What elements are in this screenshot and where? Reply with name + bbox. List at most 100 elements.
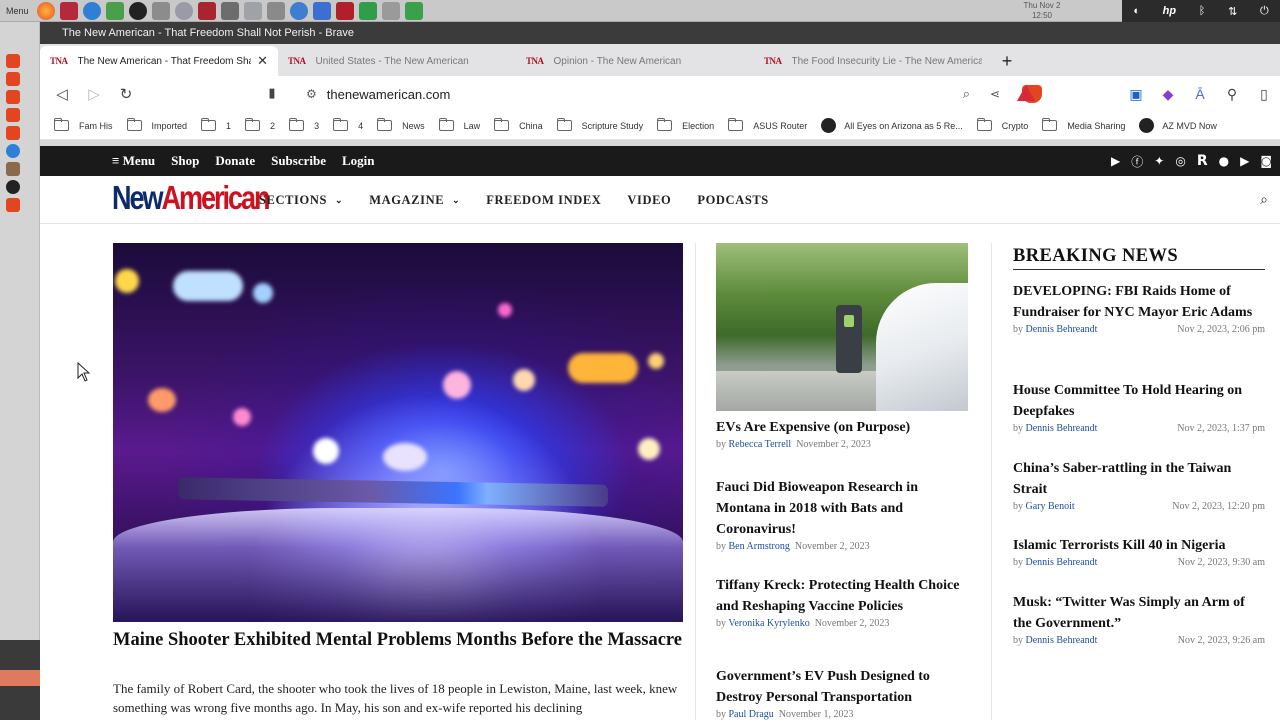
breaking-title[interactable]: Musk: “Twitter Was Simply an Arm of the … [1013,592,1265,634]
breaking-title[interactable]: House Committee To Hold Hearing on Deepf… [1013,380,1265,422]
bookmark-item[interactable]: ASUS Router [728,118,807,131]
tab-food-insecurity[interactable]: TNA The Food Insecurity Lie - The New Am… [754,46,992,76]
nav-sections[interactable]: SECTIONS ⌄ [259,193,343,208]
zoom-icon[interactable]: ⌕ [963,86,970,102]
bookmark-item[interactable]: 1 [201,118,231,131]
instagram-icon[interactable]: ◎ [1175,154,1185,168]
reload-button[interactable]: ↻ [110,85,142,103]
app-image-dock-icon[interactable] [6,162,20,176]
app-dark-icon[interactable] [128,1,147,20]
breaking-title[interactable]: DEVELOPING: FBI Raids Home of Fundraiser… [1013,281,1265,323]
calc-icon[interactable] [404,1,423,20]
forward-button[interactable]: ▷ [78,85,110,103]
author-link[interactable]: Ben Armstrong [729,541,790,552]
rss-icon[interactable]: ◙ [1260,154,1272,168]
bookmark-item[interactable]: 2 [245,118,275,131]
url-text[interactable]: thenewamerican.com [327,87,451,102]
donate-link[interactable]: Donate [215,153,255,169]
spreadsheet-icon[interactable] [358,1,377,20]
brave-dock-icon[interactable] [6,72,20,86]
r-icon[interactable]: R [1197,153,1208,169]
editor-icon[interactable] [220,1,239,20]
article-title[interactable]: Tiffany Kreck: Protecting Health Choice … [716,575,968,617]
sidebar-toggle-icon[interactable]: ▯ [1248,86,1280,103]
new-tab-button[interactable]: + [992,46,1022,76]
twitter-icon[interactable]: ✦ [1154,154,1164,168]
network-icon[interactable]: ⇅ [1228,5,1237,18]
bookmark-item[interactable]: Crypto [976,118,1028,131]
bookmark-item[interactable]: Law [438,118,480,131]
power-icon[interactable]: ⏻ [1260,5,1269,18]
author-link[interactable]: Paul Dragu [729,709,774,720]
author-link[interactable]: Gary Benoit [1026,501,1075,512]
tab-opinion[interactable]: TNA Opinion - The New American [516,46,754,76]
app-red-icon[interactable] [59,1,78,20]
extension-purple-icon[interactable]: ◆ [1152,86,1184,103]
subscribe-link[interactable]: Subscribe [271,153,326,169]
firefox-icon[interactable] [36,1,55,20]
facebook-icon[interactable]: ⓕ [1131,153,1143,170]
close-tab-icon[interactable]: ✕ [257,53,268,69]
tray-app-icon[interactable]: ◐ [1133,5,1140,17]
ev-article-image[interactable] [716,243,968,411]
bookmark-item[interactable]: All Eyes on Arizona as 5 Re... [821,118,963,133]
bookmark-item[interactable]: AZ MVD Now [1139,118,1217,133]
nav-magazine[interactable]: MAGAZINE ⌄ [369,193,460,208]
bookmark-item[interactable]: Fam His [54,118,113,131]
app-light-icon[interactable] [243,1,262,20]
settings-icon[interactable] [266,1,285,20]
os-menu-label[interactable]: Menu [6,6,29,16]
app-red3-icon[interactable] [335,1,354,20]
app-blue-icon[interactable] [82,1,101,20]
brave-dock-icon[interactable] [6,54,20,68]
brave-dock-icon[interactable] [6,198,20,212]
hp-icon[interactable]: hp [1163,5,1176,17]
files-icon[interactable] [151,1,170,20]
app-green-icon[interactable] [105,1,124,20]
nav-freedom-index[interactable]: FREEDOM INDEX [486,193,601,208]
breaking-title[interactable]: China’s Saber-rattling in the Taiwan Str… [1013,458,1265,500]
back-button[interactable]: ◁ [46,85,78,103]
hero-title[interactable]: Maine Shooter Exhibited Mental Problems … [113,629,693,651]
bookmark-item[interactable]: Media Sharing [1042,118,1125,131]
bookmark-item[interactable]: 3 [289,118,319,131]
login-link[interactable]: Login [342,153,375,169]
document-icon[interactable] [312,1,331,20]
help-icon[interactable] [289,1,308,20]
extension-blue-icon[interactable]: ▣ [1120,86,1152,103]
author-link[interactable]: Veronika Kyrylenko [728,618,809,629]
app-blue-dock-icon[interactable] [6,144,20,158]
search-icon[interactable]: ⌕ [1260,191,1268,208]
article-title[interactable]: EVs Are Expensive (on Purpose) [716,417,968,438]
os-clock[interactable]: Thu Nov 2 12:50 [1020,1,1064,21]
bookmark-item[interactable]: China [494,118,543,131]
nav-podcasts[interactable]: PODCASTS [697,193,768,208]
author-link[interactable]: Rebecca Terrell [729,439,792,450]
translate-icon[interactable]: Ā [1184,86,1216,102]
bluetooth-icon[interactable]: ᛒ [1199,5,1206,17]
bookmark-item[interactable]: News [377,118,425,131]
printer-icon[interactable] [381,1,400,20]
nav-video[interactable]: VIDEO [627,193,671,208]
author-link[interactable]: Dennis Behreandt [1026,635,1098,646]
apple-icon[interactable]: ● [1219,154,1229,168]
share-icon[interactable]: ⋖ [990,87,1000,101]
extensions-puzzle-icon[interactable]: ⚲ [1216,86,1248,103]
rumble-icon[interactable]: ▶ [1111,154,1120,168]
bookmark-item[interactable]: Scripture Study [556,118,643,131]
bookmark-item[interactable]: Election [657,118,714,131]
brave-dock-icon[interactable] [6,90,20,104]
bookmark-item[interactable]: 4 [333,118,363,131]
menu-link[interactable]: ≡ Menu [112,153,155,169]
tab-united-states[interactable]: TNA United States - The New American [278,46,516,76]
author-link[interactable]: Dennis Behreandt [1026,557,1098,568]
shop-link[interactable]: Shop [171,153,199,169]
author-link[interactable]: Dennis Behreandt [1026,423,1098,434]
brave-dock-icon[interactable] [6,126,20,140]
dock-workspace-switcher[interactable] [0,640,40,720]
app-dark-dock-icon[interactable] [6,180,20,194]
article-title[interactable]: Government’s EV Push Designed to Destroy… [716,666,968,708]
app-gray-icon[interactable] [174,1,193,20]
breaking-title[interactable]: Islamic Terrorists Kill 40 in Nigeria [1013,535,1265,556]
tab-home[interactable]: TNA The New American - That Freedom Shal… [40,46,278,76]
